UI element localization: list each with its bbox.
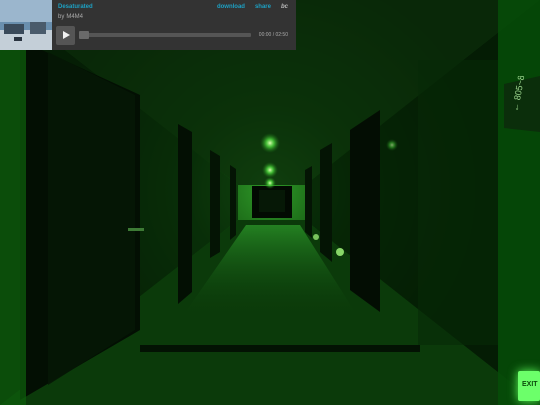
- audio-player: Desaturated by M4M4 download share bc 00:00…: [0, 0, 296, 50]
- player-links: download share bc: [207, 4, 288, 10]
- hallway-background: [0, 0, 540, 405]
- download-link[interactable]: download: [217, 4, 245, 10]
- share-link[interactable]: share: [255, 4, 271, 10]
- progress-bar[interactable]: [79, 31, 251, 39]
- artist-prefix: by: [58, 14, 65, 20]
- time-display: 00:00 / 02:50: [259, 32, 288, 38]
- exit-sign: EXIT: [518, 371, 540, 401]
- bandcamp-logo-icon[interactable]: bc: [281, 4, 288, 10]
- album-art-image: [0, 0, 52, 50]
- artist-name[interactable]: M4M4: [66, 14, 83, 20]
- exit-sign-text: EXIT: [522, 381, 538, 388]
- play-button[interactable]: [56, 26, 75, 45]
- time-total: 02:50: [275, 32, 288, 38]
- room-number-sign: ← 805~807: [504, 76, 540, 132]
- time-current: 00:00: [258, 32, 272, 38]
- track-title[interactable]: Desaturated: [58, 4, 93, 10]
- album-art[interactable]: [0, 0, 52, 50]
- artist-line: by M4M4: [58, 14, 83, 20]
- progress-thumb[interactable]: [79, 31, 89, 39]
- time-separator: /: [272, 32, 275, 38]
